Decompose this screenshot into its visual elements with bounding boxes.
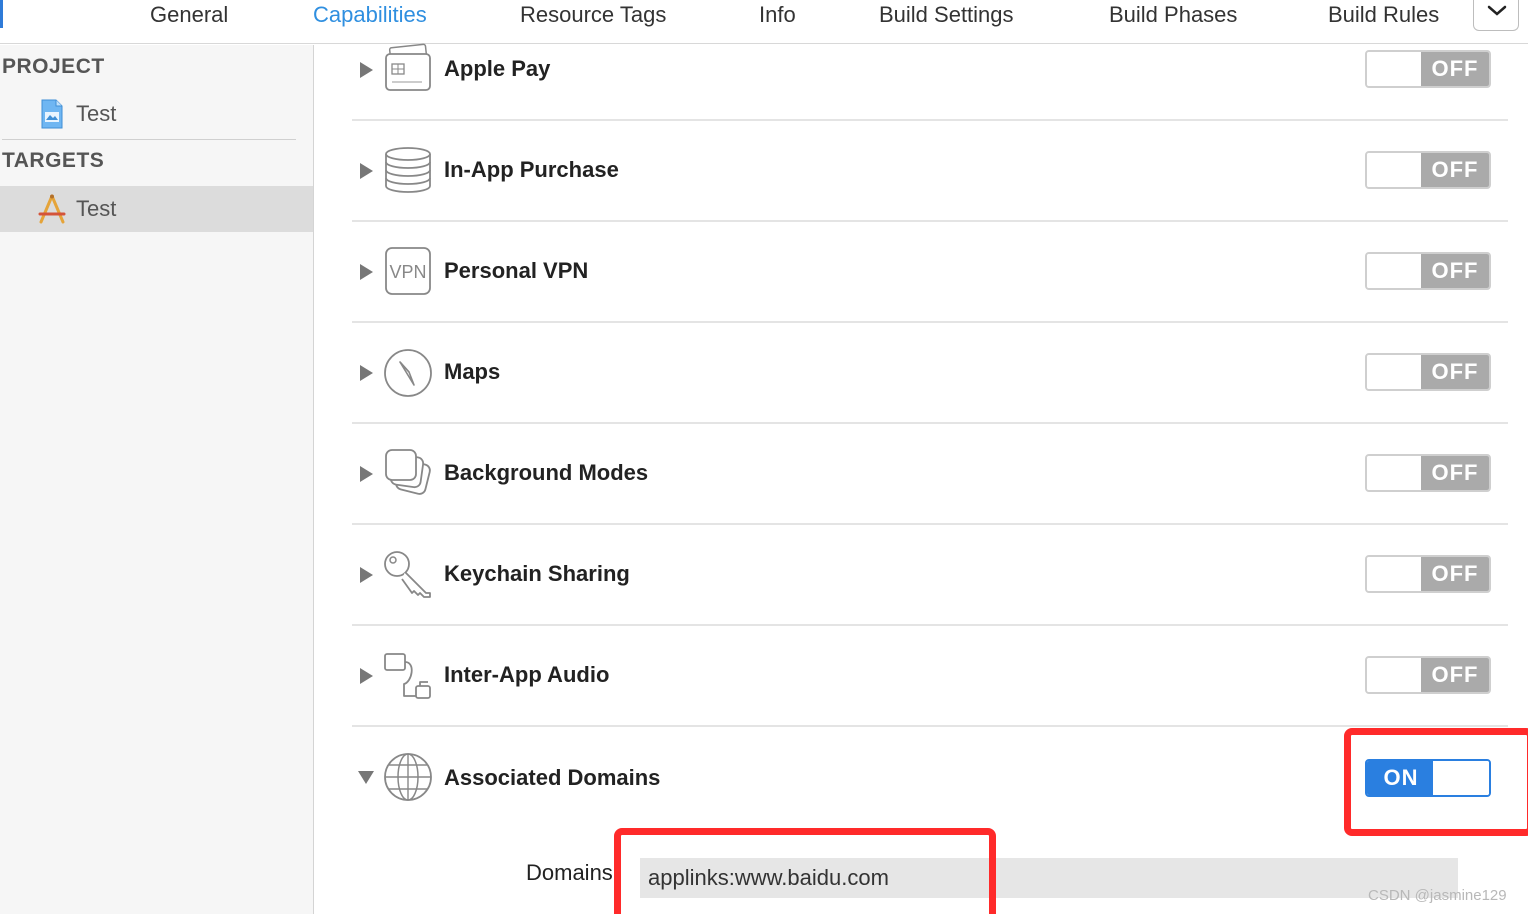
disclosure-triangle-icon[interactable] — [356, 60, 376, 80]
chevron-down-icon — [1487, 5, 1507, 16]
toggle-state-label: OFF — [1421, 456, 1489, 490]
maps-toggle[interactable]: OFF — [1365, 353, 1491, 391]
inter-app-audio-toggle[interactable]: OFF — [1365, 656, 1491, 694]
toggle-knob — [1367, 355, 1423, 389]
capability-title: Keychain Sharing — [444, 561, 630, 586]
layers-icon — [385, 449, 431, 495]
targets-section-header: TARGETS — [2, 149, 105, 172]
toggle-state-label: OFF — [1421, 355, 1489, 389]
toggle-knob — [1367, 52, 1423, 86]
disclosure-triangle-icon[interactable] — [356, 161, 376, 181]
toggle-state-label: OFF — [1421, 557, 1489, 591]
capability-title: Maps — [444, 359, 501, 384]
disclosure-triangle-expanded-icon[interactable] — [356, 767, 376, 787]
vpn-icon-text: VPN — [389, 262, 426, 282]
capability-title: In-App Purchase — [444, 157, 619, 182]
compass-icon — [384, 349, 432, 397]
disclosure-triangle-icon[interactable] — [356, 464, 376, 484]
domains-label: Domains — [526, 860, 613, 885]
watermark: CSDN @jasmine129 — [1368, 887, 1507, 904]
tab-bar-edge-marker — [0, 0, 3, 28]
globe-icon — [384, 753, 432, 801]
toggle-state-label: OFF — [1421, 153, 1489, 187]
capability-title: Inter-App Audio — [444, 662, 610, 687]
background-modes-toggle[interactable]: OFF — [1365, 454, 1491, 492]
capability-row-maps: Maps OFF — [352, 323, 1508, 424]
toggle-knob — [1367, 456, 1423, 490]
key-icon — [384, 551, 431, 598]
toggle-knob — [1433, 761, 1489, 795]
sidebar-item-target-test[interactable]: Test — [0, 186, 313, 232]
capability-title: Background Modes — [444, 460, 649, 485]
keychain-sharing-toggle[interactable]: OFF — [1365, 555, 1491, 593]
associated-domains-toggle[interactable]: ON — [1365, 759, 1491, 797]
xcodeproj-icon — [41, 99, 63, 129]
capability-row-inter-app-audio: Inter-App Audio OFF — [352, 626, 1508, 727]
toggle-knob — [1367, 153, 1423, 187]
toggle-knob — [1367, 557, 1423, 591]
toggle-knob — [1367, 254, 1423, 288]
toggle-state-label: ON — [1367, 761, 1435, 795]
disclosure-triangle-icon[interactable] — [356, 363, 376, 383]
capability-title: Apple Pay — [444, 56, 551, 81]
app-target-icon — [38, 194, 66, 224]
apple-pay-toggle[interactable]: OFF — [1365, 50, 1491, 88]
target-item-label: Test — [76, 196, 117, 221]
sidebar-item-project-test[interactable]: Test — [0, 91, 313, 137]
capability-title: Associated Domains — [444, 765, 661, 790]
audio-plug-icon — [384, 653, 431, 699]
wallet-icon — [385, 43, 431, 91]
personal-vpn-toggle[interactable]: OFF — [1365, 252, 1491, 290]
toggle-knob — [1367, 658, 1423, 692]
toggle-state-label: OFF — [1421, 254, 1489, 288]
capability-row-background-modes: Background Modes OFF — [352, 424, 1508, 525]
sidebar-divider — [2, 139, 296, 140]
toggle-state-label: OFF — [1421, 658, 1489, 692]
disclosure-triangle-icon[interactable] — [356, 262, 376, 282]
sidebar: PROJECT Test TARGETS Test — [0, 45, 314, 914]
capability-title: Personal VPN — [444, 258, 589, 283]
toggle-state-label: OFF — [1421, 52, 1489, 86]
in-app-purchase-toggle[interactable]: OFF — [1365, 151, 1491, 189]
coins-icon — [385, 147, 431, 193]
vpn-icon: VPN — [385, 247, 431, 295]
capability-row-apple-pay: Apple Pay OFF — [352, 20, 1508, 121]
project-item-label: Test — [76, 101, 117, 126]
disclosure-triangle-icon[interactable] — [356, 666, 376, 686]
capability-row-keychain-sharing: Keychain Sharing OFF — [352, 525, 1508, 626]
capability-row-in-app-purchase: In-App Purchase OFF — [352, 121, 1508, 222]
domain-entry-field[interactable]: applinks:www.baidu.com — [640, 858, 1458, 898]
project-section-header: PROJECT — [2, 55, 105, 78]
disclosure-triangle-icon[interactable] — [356, 565, 376, 585]
capability-row-personal-vpn: VPN Personal VPN OFF — [352, 222, 1508, 323]
tab-general[interactable]: General — [150, 2, 228, 28]
